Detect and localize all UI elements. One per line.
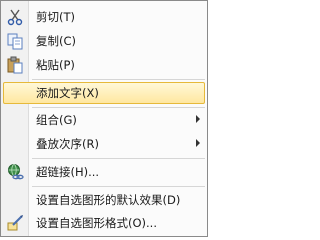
menu-item-cut[interactable]: 剪切(T): [3, 6, 205, 28]
submenu-arrow-icon: [196, 115, 200, 123]
menu-item-paste[interactable]: 粘贴(P): [3, 54, 205, 76]
hyperlink-icon: [6, 163, 24, 181]
menu-separator: [32, 158, 205, 159]
menu-item-add-text[interactable]: 添加文字(X): [3, 82, 205, 104]
menu-item-label: 剪切(T): [36, 10, 75, 24]
format-shape-icon: [6, 214, 24, 232]
menu-item-label: 设置自选图形的默认效果(D): [36, 193, 181, 207]
submenu-arrow-icon: [196, 139, 200, 147]
menu-item-order[interactable]: 叠放次序(R): [3, 133, 205, 155]
menu-item-label: 组合(G): [36, 113, 77, 127]
menu-item-format-shape[interactable]: 设置自选图形格式(O)...: [3, 212, 205, 234]
menu-item-group[interactable]: 组合(G): [3, 109, 205, 131]
menu-separator: [32, 107, 205, 108]
menu-item-copy[interactable]: 复制(C): [3, 30, 205, 52]
menu-item-label: 粘贴(P): [36, 58, 75, 72]
paste-icon: [6, 56, 24, 74]
menu-item-label: 设置自选图形格式(O)...: [36, 216, 157, 230]
menu-item-hyperlink[interactable]: 超链接(H)...: [3, 161, 205, 183]
menu-separator: [32, 79, 205, 80]
menu-item-label: 复制(C): [36, 34, 77, 48]
scissors-icon: [6, 8, 24, 26]
menu-item-label: 超链接(H)...: [36, 165, 100, 179]
menu-item-set-default-shape[interactable]: 设置自选图形的默认效果(D): [3, 189, 205, 211]
menu-separator: [32, 186, 205, 187]
menu-item-label: 添加文字(X): [36, 86, 99, 100]
context-menu: 剪切(T) 复制(C) 粘贴(P) 添加文字(X) 组合(G) 叠放次序(R) …: [0, 0, 208, 237]
copy-icon: [6, 32, 24, 50]
menu-item-label: 叠放次序(R): [36, 137, 99, 151]
